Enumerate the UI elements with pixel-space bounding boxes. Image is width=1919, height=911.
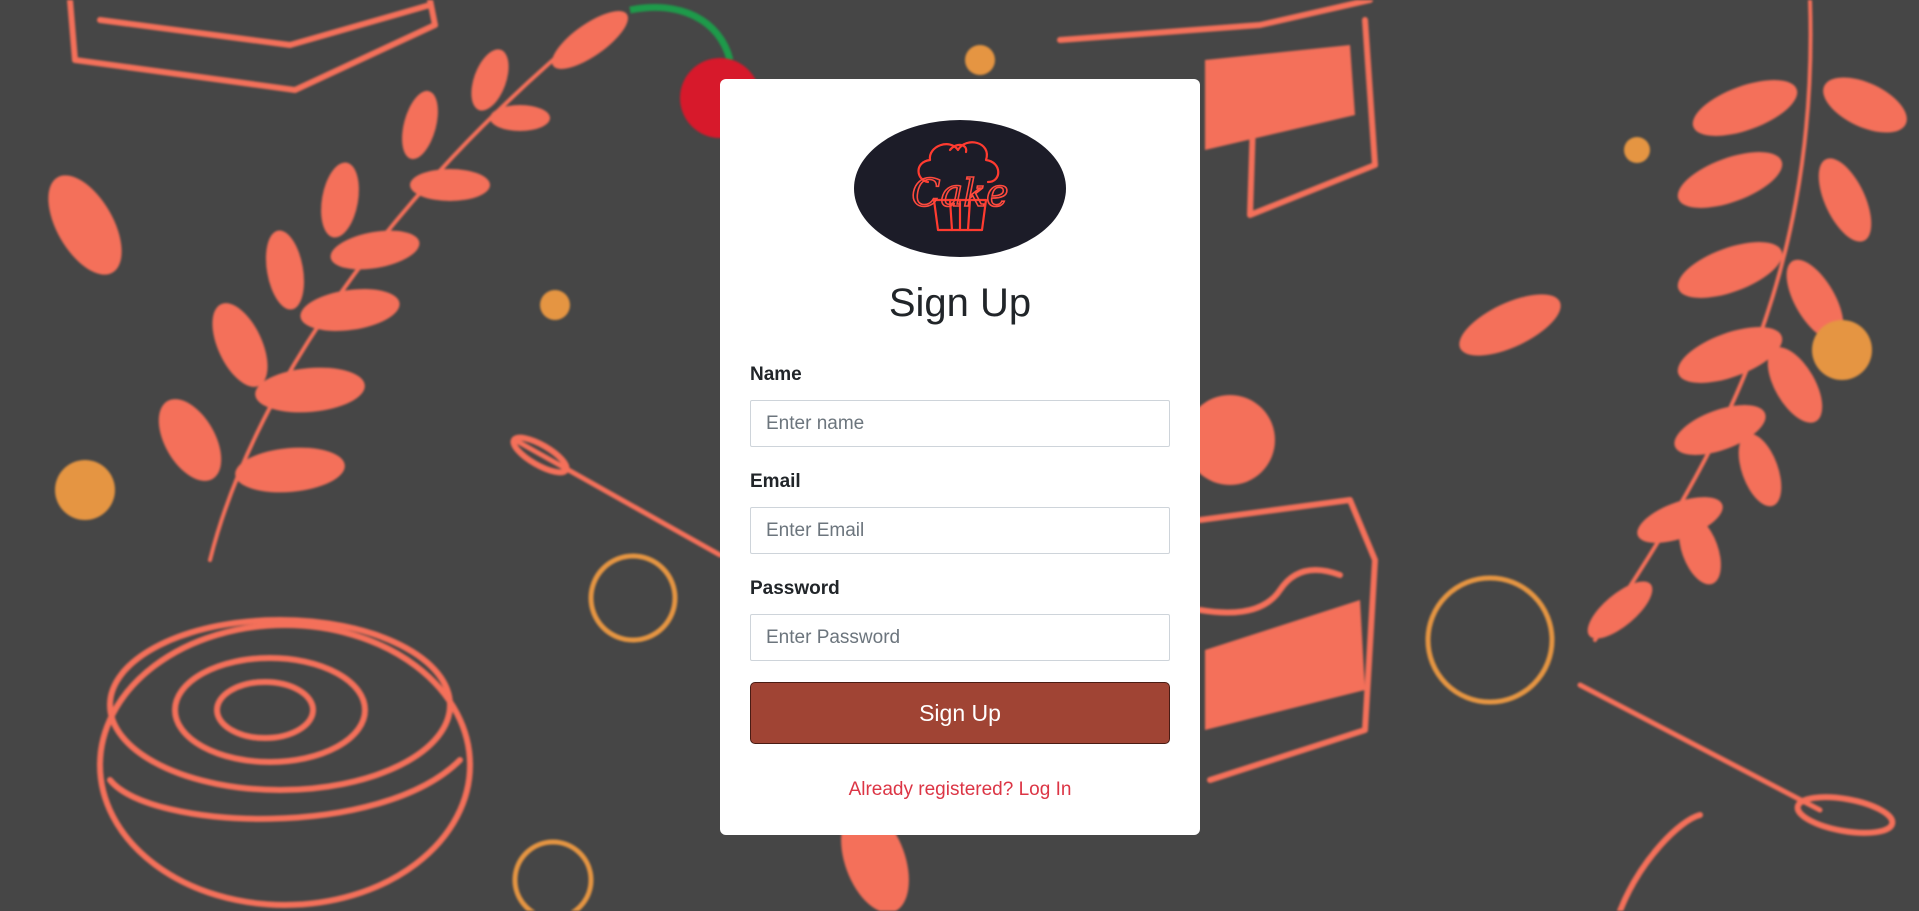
password-input[interactable] [750,614,1170,661]
name-label: Name [750,364,802,385]
login-link[interactable]: Already registered? Log In [720,779,1200,801]
sign-up-button[interactable]: Sign Up [750,682,1170,744]
signup-page: Cake Sign Up Name Email Password Sign Up… [0,0,1919,911]
email-input[interactable] [750,507,1170,554]
page-title: Sign Up [888,281,1032,325]
signup-card: Cake Sign Up Name Email Password Sign Up… [720,79,1200,835]
cupcake-logo: Cake [854,120,1066,257]
svg-text:Cake: Cake [911,171,1008,215]
email-label: Email [750,471,801,492]
name-input[interactable] [750,400,1170,447]
password-label: Password [750,578,840,599]
